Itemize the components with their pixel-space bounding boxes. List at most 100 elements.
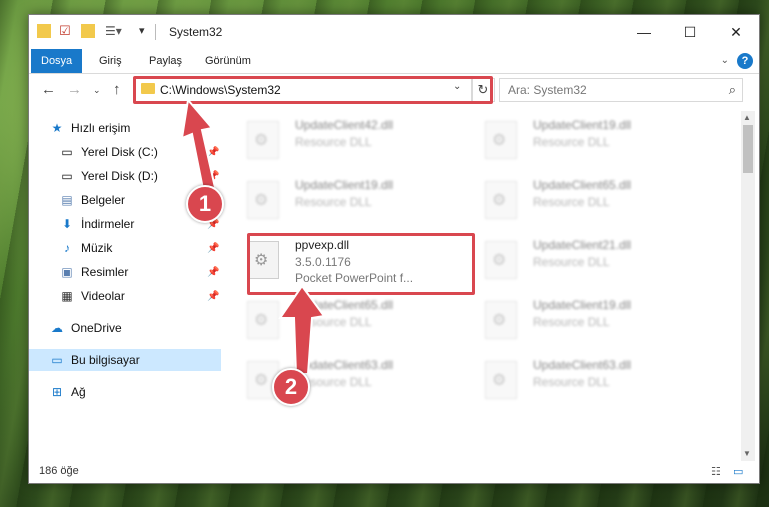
- customize-icon[interactable]: ☰▾: [105, 24, 122, 40]
- recent-locations-icon[interactable]: ⌄: [93, 85, 101, 96]
- help-icon[interactable]: ?: [737, 53, 753, 69]
- file-description: Resource DLL: [533, 255, 610, 269]
- nav-item-documents[interactable]: ▤ Belgeler: [59, 189, 125, 211]
- forward-button[interactable]: →: [67, 81, 82, 98]
- nav-label: Yerel Disk (C:): [81, 145, 158, 159]
- item-count: 186 öğe: [39, 465, 79, 477]
- nav-label: Videolar: [81, 289, 125, 303]
- dll-file-icon: [485, 241, 517, 279]
- nav-label: Müzik: [81, 241, 113, 255]
- drive-icon: ▭: [61, 169, 73, 183]
- file-tile[interactable]: UpdateClient19.dll Resource DLL: [227, 175, 447, 225]
- scroll-up-icon[interactable]: ▲: [743, 113, 751, 122]
- title-bar: ☑ ☰▾ ▾ System32 — ☐ ✕: [29, 15, 759, 49]
- details-view-icon[interactable]: ☷: [711, 465, 721, 478]
- tab-dosya[interactable]: Dosya: [31, 49, 83, 73]
- nav-network[interactable]: ⊞ Ağ: [49, 381, 86, 403]
- close-button[interactable]: ✕: [713, 15, 759, 49]
- search-placeholder: Ara: System32: [508, 83, 587, 97]
- step-badge-1: 1: [186, 185, 224, 223]
- search-icon: ⌕: [728, 82, 736, 97]
- network-icon: ⊞: [51, 385, 63, 399]
- tab-gorunum[interactable]: Görünüm: [195, 49, 261, 73]
- file-tile[interactable]: UpdateClient19.dll Resource DLL: [465, 295, 685, 345]
- nav-onedrive[interactable]: ☁ OneDrive: [49, 317, 122, 339]
- file-name: UpdateClient42.dll: [295, 118, 394, 132]
- vertical-scrollbar[interactable]: ▲ ▼: [741, 111, 755, 461]
- nav-label: Yerel Disk (D:): [81, 169, 158, 183]
- dll-file-icon: [485, 121, 517, 159]
- properties-icon[interactable]: ☑: [59, 23, 71, 39]
- annotation-arrow-2: [278, 284, 326, 375]
- tab-paylas[interactable]: Paylaş: [139, 49, 192, 73]
- file-tile[interactable]: UpdateClient63.dll Resource DLL: [465, 355, 685, 405]
- nav-label: OneDrive: [71, 321, 122, 335]
- separator: [155, 24, 156, 40]
- file-tile[interactable]: UpdateClient42.dll Resource DLL: [227, 115, 447, 165]
- nav-item-pictures[interactable]: ▣ Resimler: [59, 261, 128, 283]
- cloud-icon: ☁: [51, 321, 63, 335]
- up-button[interactable]: ↑: [113, 81, 121, 98]
- nav-item-downloads[interactable]: ⬇ İndirmeler: [59, 213, 134, 235]
- file-description: Resource DLL: [533, 195, 610, 209]
- file-name: UpdateClient21.dll: [533, 238, 632, 252]
- dll-file-icon: [485, 361, 517, 399]
- pin-icon[interactable]: 📌: [207, 291, 219, 302]
- pin-icon[interactable]: 📌: [207, 243, 219, 254]
- star-icon: ★: [51, 121, 63, 135]
- documents-icon: ▤: [61, 193, 73, 207]
- nav-label: Ağ: [71, 385, 86, 399]
- file-name: UpdateClient19.dll: [533, 118, 632, 132]
- file-tile[interactable]: UpdateClient21.dll Resource DLL: [465, 235, 685, 285]
- file-name: UpdateClient19.dll: [533, 298, 632, 312]
- step-badge-2: 2: [272, 368, 310, 406]
- downloads-icon: ⬇: [61, 217, 73, 231]
- dll-file-icon: [485, 181, 517, 219]
- minimize-button[interactable]: —: [621, 15, 667, 49]
- pin-icon[interactable]: 📌: [207, 267, 219, 278]
- large-icons-view-icon[interactable]: ▭: [733, 465, 743, 478]
- file-description: Resource DLL: [295, 195, 372, 209]
- nav-label: İndirmeler: [81, 217, 135, 231]
- new-folder-icon[interactable]: [81, 24, 95, 38]
- file-explorer-window: ☑ ☰▾ ▾ System32 — ☐ ✕ Dosya Giriş Paylaş…: [28, 14, 760, 484]
- music-icon: ♪: [64, 241, 70, 255]
- scroll-down-icon[interactable]: ▼: [743, 449, 751, 458]
- folder-icon: [37, 24, 51, 38]
- file-tile[interactable]: UpdateClient65.dll Resource DLL: [227, 295, 447, 345]
- file-description: Resource DLL: [533, 315, 610, 329]
- computer-icon: ▭: [51, 353, 63, 367]
- dll-file-icon: [247, 121, 279, 159]
- nav-item-music[interactable]: ♪ Müzik: [59, 237, 112, 259]
- nav-item-videos[interactable]: ▦ Videolar: [59, 285, 125, 307]
- file-name: UpdateClient63.dll: [533, 358, 632, 372]
- search-box[interactable]: Ara: System32 ⌕: [499, 78, 743, 102]
- file-tile[interactable]: UpdateClient65.dll Resource DLL: [465, 175, 685, 225]
- file-description: Resource DLL: [295, 135, 372, 149]
- dll-file-icon: [485, 301, 517, 339]
- window-title: System32: [169, 25, 223, 39]
- file-tile[interactable]: UpdateClient19.dll Resource DLL: [465, 115, 685, 165]
- file-tile[interactable]: UpdateClient63.dll Resource DLL: [227, 355, 447, 405]
- file-name: UpdateClient65.dll: [533, 178, 632, 192]
- videos-icon: ▦: [61, 289, 73, 303]
- nav-item-disk-d[interactable]: ▭ Yerel Disk (D:): [59, 165, 158, 187]
- file-description: Resource DLL: [533, 135, 610, 149]
- back-button[interactable]: ←: [41, 81, 56, 98]
- tab-giris[interactable]: Giriş: [89, 49, 132, 73]
- nav-item-disk-c[interactable]: ▭ Yerel Disk (C:): [59, 141, 158, 163]
- nav-label: Belgeler: [81, 193, 126, 207]
- qat-dropdown-icon[interactable]: ▾: [139, 24, 145, 40]
- scroll-thumb[interactable]: [743, 125, 753, 173]
- nav-label: Hızlı erişim: [71, 121, 131, 135]
- nav-quick-access[interactable]: ★ Hızlı erişim: [49, 117, 131, 139]
- drive-icon: ▭: [61, 145, 73, 159]
- maximize-button[interactable]: ☐: [667, 15, 713, 49]
- dll-file-icon: [247, 181, 279, 219]
- pictures-icon: ▣: [61, 265, 73, 279]
- nav-label: Resimler: [81, 265, 129, 279]
- nav-this-pc[interactable]: ▭ Bu bilgisayar: [29, 349, 221, 371]
- expand-ribbon-icon[interactable]: ⌄: [721, 55, 729, 66]
- ribbon-tabs: Dosya Giriş Paylaş Görünüm ⌄ ?: [29, 49, 759, 74]
- file-name: UpdateClient19.dll: [295, 178, 394, 192]
